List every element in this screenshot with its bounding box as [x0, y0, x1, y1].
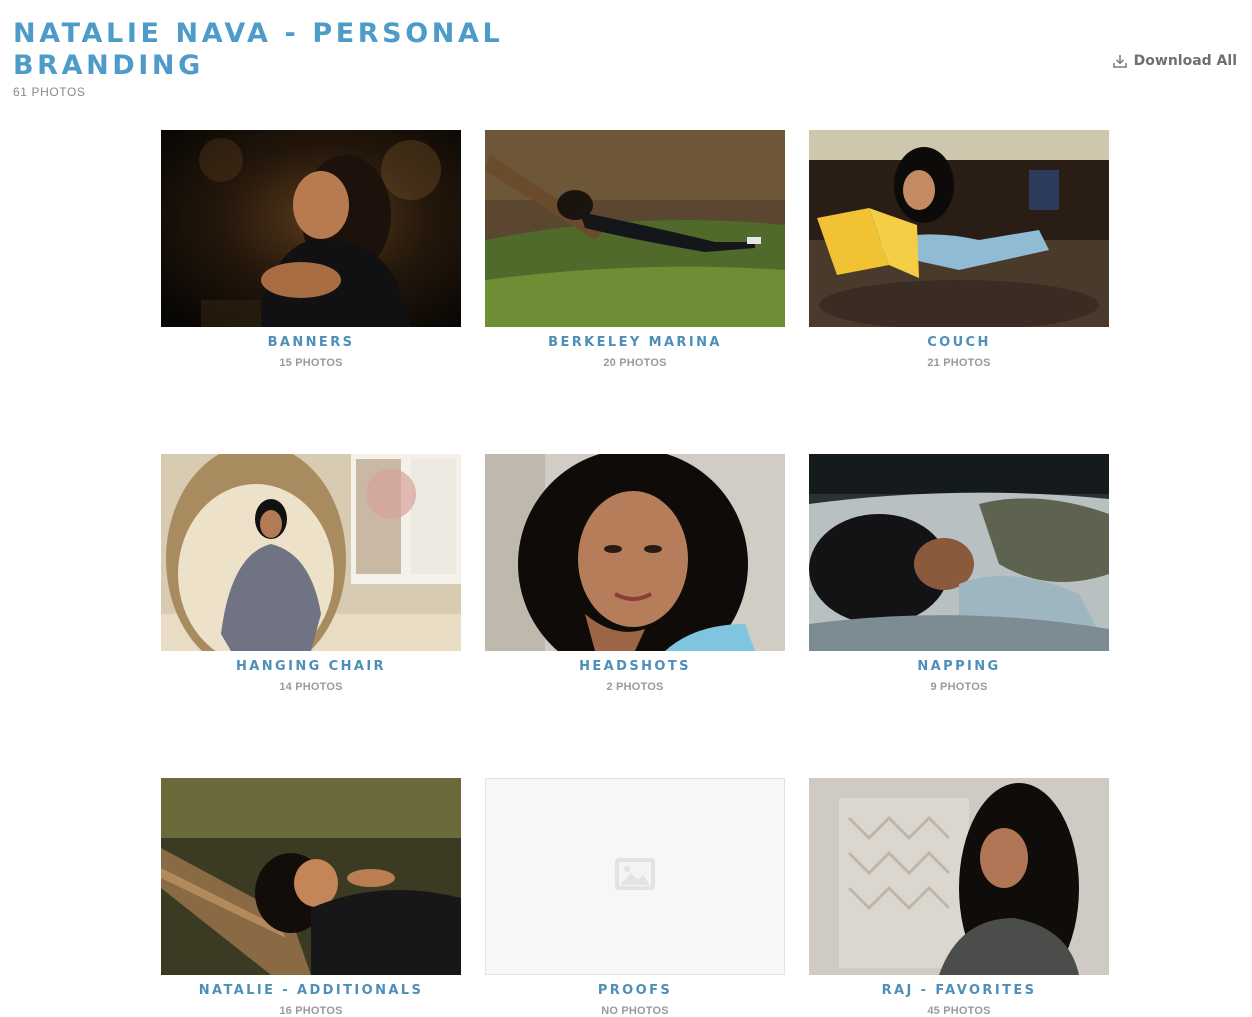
album-card-proofs[interactable]: PROOFS NO PHOTOS: [485, 778, 785, 1017]
album-title[interactable]: HANGING CHAIR: [161, 659, 461, 674]
album-title[interactable]: RAJ - FAVORITES: [809, 983, 1109, 998]
album-card-headshots[interactable]: HEADSHOTS 2 PHOTOS: [485, 454, 785, 693]
album-card-natalie-additionals[interactable]: NATALIE - ADDITIONALS 16 PHOTOS: [161, 778, 461, 1017]
album-thumbnail[interactable]: [809, 454, 1109, 651]
album-grid: BANNERS 15 PHOTOS BERKELEY MARINA 20 PHO…: [161, 130, 1109, 1017]
album-thumbnail[interactable]: [809, 778, 1109, 975]
album-photo-count: 21 PHOTOS: [927, 357, 991, 369]
album-title[interactable]: HEADSHOTS: [485, 659, 785, 674]
album-title[interactable]: NAPPING: [809, 659, 1109, 674]
image-placeholder-icon: [614, 857, 656, 896]
album-card-hanging-chair[interactable]: HANGING CHAIR 14 PHOTOS: [161, 454, 461, 693]
album-photo-count: 16 PHOTOS: [279, 1005, 343, 1017]
album-thumbnail[interactable]: [485, 130, 785, 327]
gallery-header: NATALIE NAVA - PERSONAL BRANDING 61 PHOT…: [13, 18, 513, 99]
album-thumbnail[interactable]: [161, 130, 461, 327]
download-all-button[interactable]: Download All: [1112, 53, 1237, 69]
album-card-berkeley-marina[interactable]: BERKELEY MARINA 20 PHOTOS: [485, 130, 785, 369]
download-icon: [1112, 53, 1128, 69]
album-photo-count: 45 PHOTOS: [927, 1005, 991, 1017]
album-card-couch[interactable]: COUCH 21 PHOTOS: [809, 130, 1109, 369]
album-photo-count: NO PHOTOS: [601, 1005, 669, 1017]
album-thumbnail[interactable]: [161, 778, 461, 975]
album-photo-count: 9 PHOTOS: [930, 681, 988, 693]
album-title[interactable]: BERKELEY MARINA: [485, 335, 785, 350]
page-title: NATALIE NAVA - PERSONAL BRANDING: [13, 18, 504, 81]
album-photo-count: 14 PHOTOS: [279, 681, 343, 693]
album-photo-count: 15 PHOTOS: [279, 357, 343, 369]
album-thumbnail[interactable]: [485, 454, 785, 651]
album-title[interactable]: NATALIE - ADDITIONALS: [161, 983, 461, 998]
album-thumbnail[interactable]: [809, 130, 1109, 327]
album-card-napping[interactable]: NAPPING 9 PHOTOS: [809, 454, 1109, 693]
download-all-label: Download All: [1133, 53, 1237, 69]
album-photo-count: 20 PHOTOS: [603, 357, 667, 369]
album-title[interactable]: COUCH: [809, 335, 1109, 350]
album-card-banners[interactable]: BANNERS 15 PHOTOS: [161, 130, 461, 369]
album-title[interactable]: PROOFS: [485, 983, 785, 998]
gallery-photo-count: 61 PHOTOS: [13, 85, 86, 99]
album-thumbnail-placeholder[interactable]: [485, 778, 785, 975]
album-photo-count: 2 PHOTOS: [606, 681, 664, 693]
album-title[interactable]: BANNERS: [161, 335, 461, 350]
album-card-raj-favorites[interactable]: RAJ - FAVORITES 45 PHOTOS: [809, 778, 1109, 1017]
album-thumbnail[interactable]: [161, 454, 461, 651]
